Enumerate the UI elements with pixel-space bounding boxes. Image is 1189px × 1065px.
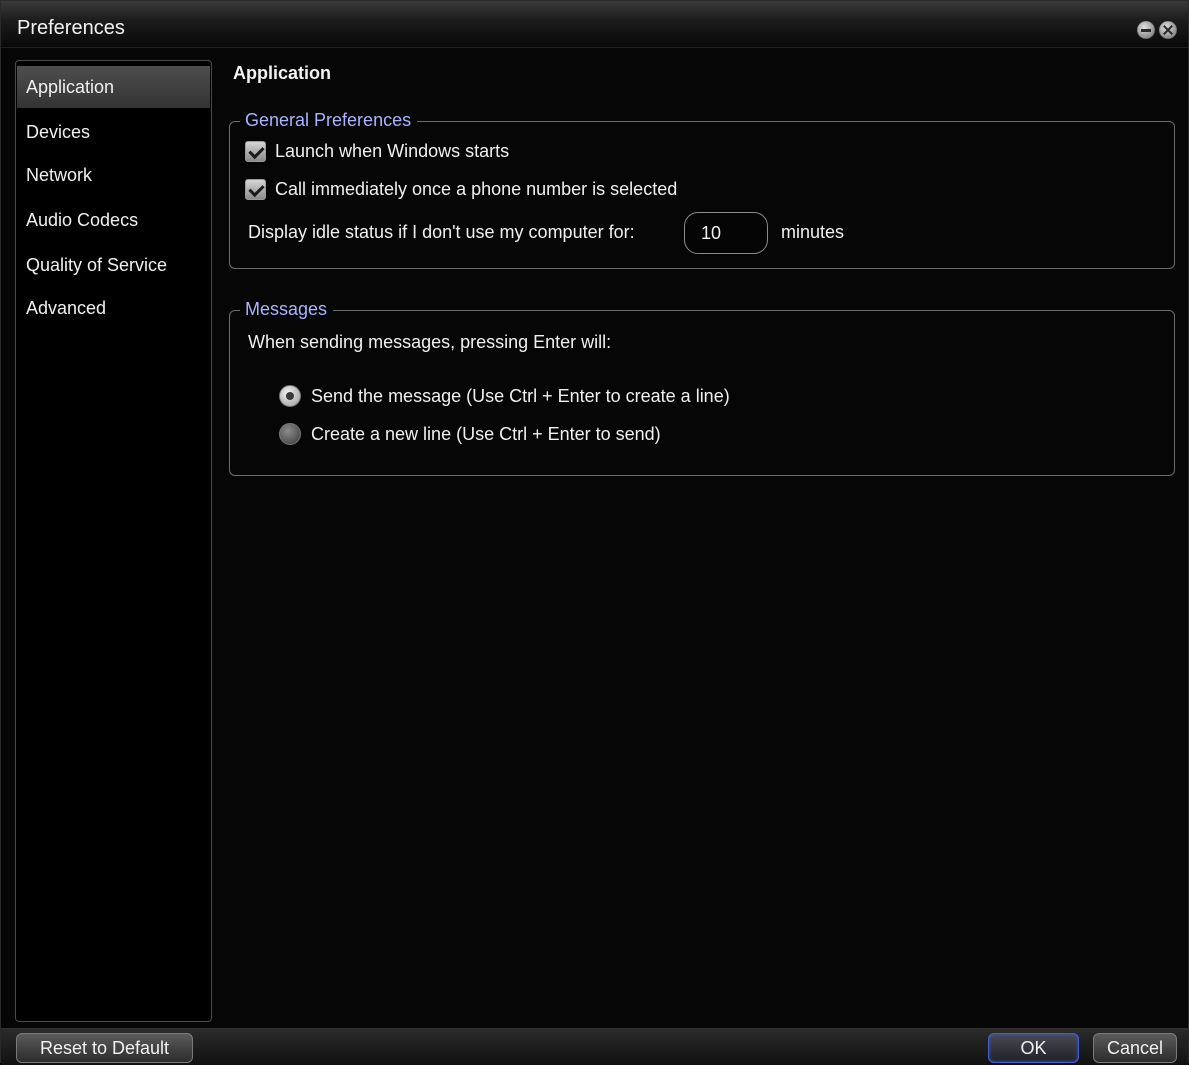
idle-minutes-input[interactable] — [684, 212, 768, 254]
sidebar-item-advanced[interactable]: Advanced — [17, 287, 210, 329]
general-preferences-legend: General Preferences — [240, 110, 418, 131]
launch-on-startup-checkbox[interactable] — [245, 141, 266, 162]
idle-unit-label: minutes — [781, 222, 845, 242]
call-immediately-label[interactable]: Call immediately once a phone number is … — [275, 179, 677, 200]
cancel-button[interactable]: Cancel — [1093, 1033, 1177, 1063]
send-message-label[interactable]: Send the message (Use Ctrl + Enter to cr… — [311, 386, 730, 407]
close-icon[interactable] — [1159, 21, 1177, 39]
ok-button[interactable]: OK — [988, 1033, 1079, 1063]
messages-legend: Messages — [240, 299, 334, 320]
launch-on-startup-label[interactable]: Launch when Windows starts — [275, 141, 509, 162]
send-message-radio[interactable] — [279, 385, 301, 407]
page-title: Application — [233, 63, 331, 83]
sidebar-item-audio-codecs[interactable]: Audio Codecs — [17, 199, 210, 241]
minimize-icon[interactable] — [1137, 21, 1155, 39]
call-immediately-checkbox[interactable] — [245, 179, 266, 200]
preferences-window: Preferences Application Devices Network … — [0, 0, 1189, 1065]
sidebar-item-network[interactable]: Network — [17, 154, 210, 196]
title-bar[interactable]: Preferences — [1, 1, 1188, 48]
window-title: Preferences — [17, 17, 125, 39]
sidebar: Application Devices Network Audio Codecs… — [15, 60, 212, 1022]
idle-status-label: Display idle status if I don't use my co… — [248, 222, 635, 242]
sidebar-item-quality-of-service[interactable]: Quality of Service — [17, 244, 210, 286]
reset-to-default-button[interactable]: Reset to Default — [16, 1033, 193, 1063]
new-line-label[interactable]: Create a new line (Use Ctrl + Enter to s… — [311, 424, 661, 445]
enter-behavior-prompt: When sending messages, pressing Enter wi… — [248, 332, 612, 352]
sidebar-item-application[interactable]: Application — [17, 66, 210, 108]
sidebar-item-devices[interactable]: Devices — [17, 111, 210, 153]
new-line-radio[interactable] — [279, 423, 301, 445]
